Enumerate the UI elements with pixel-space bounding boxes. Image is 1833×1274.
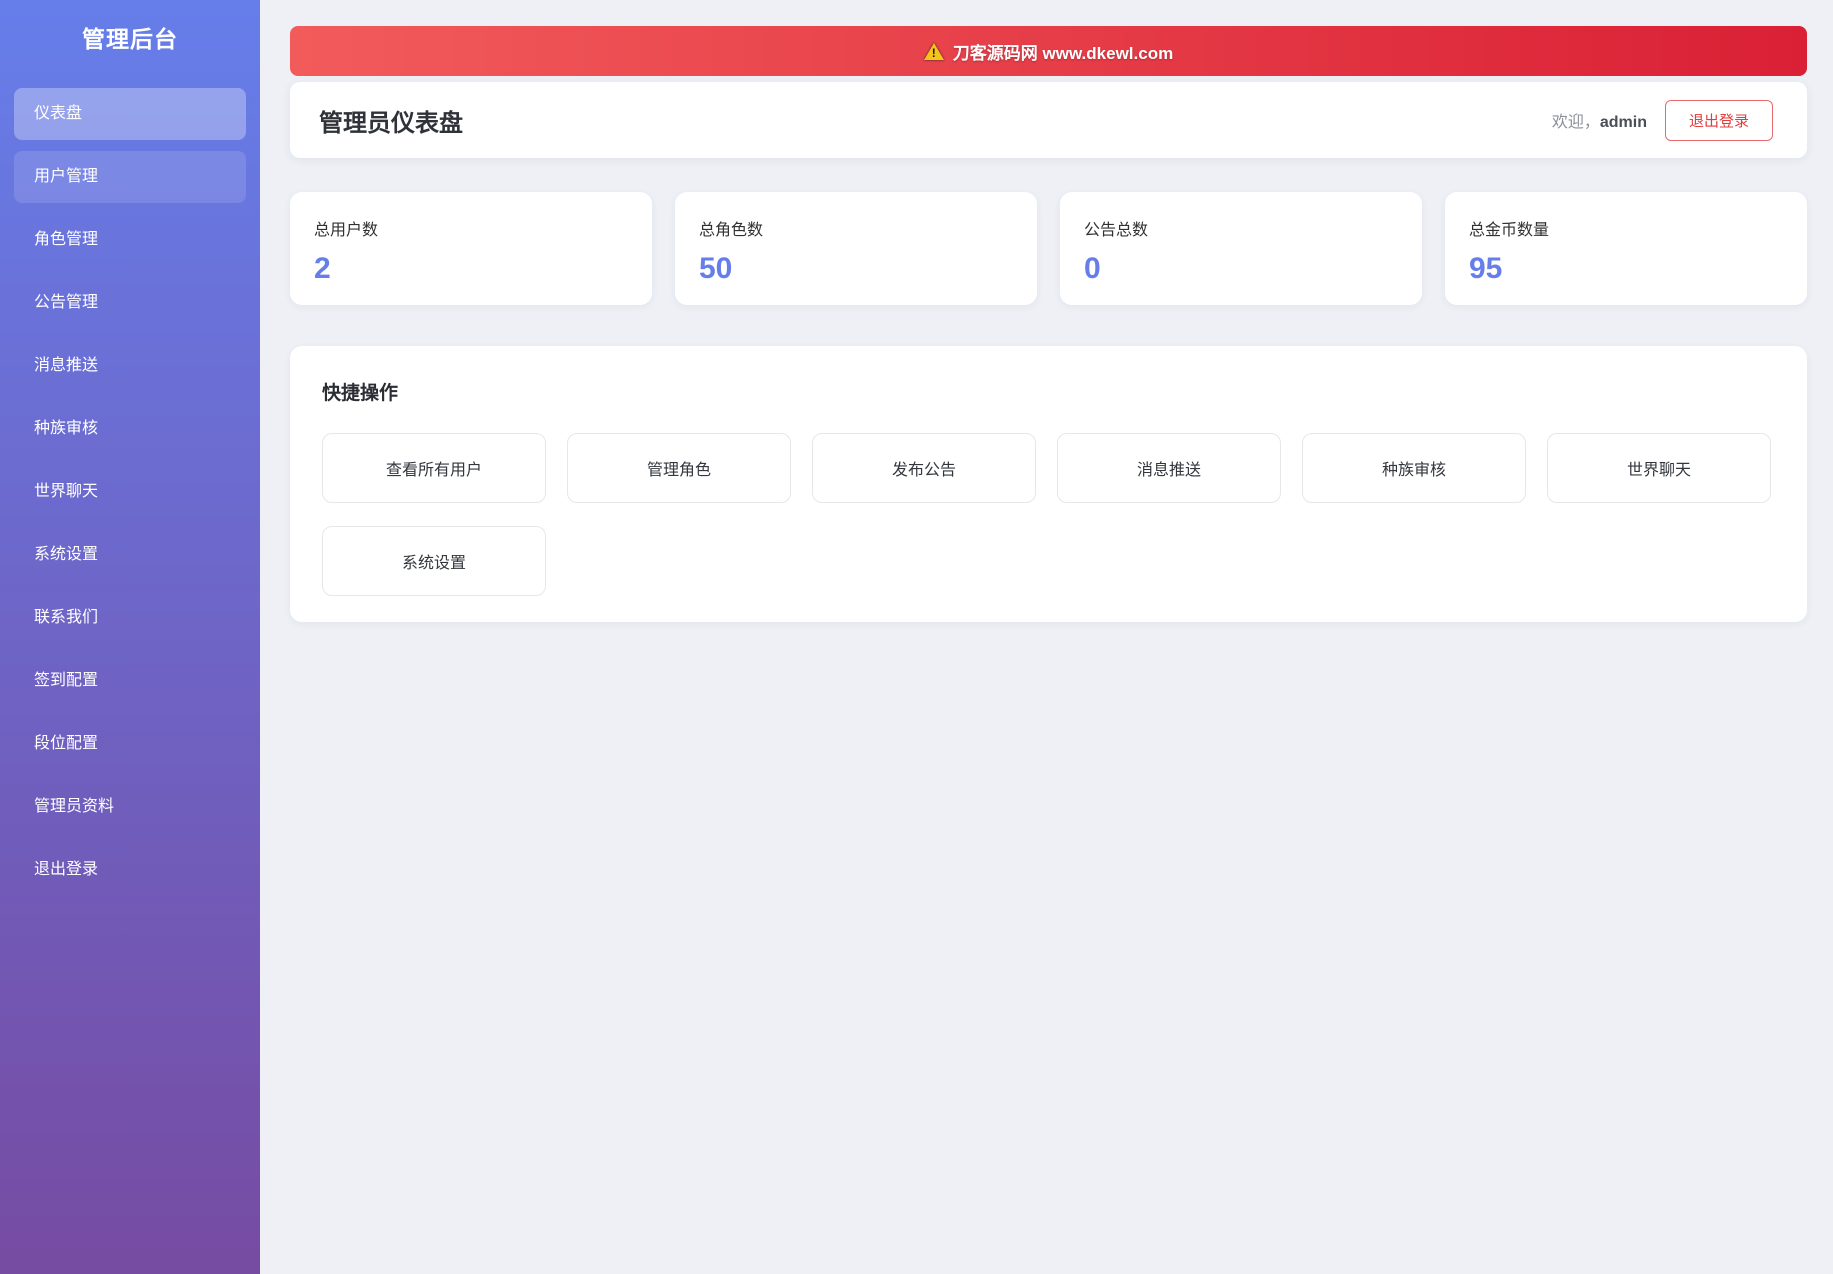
stat-card-total-announcements: 公告总数 0 <box>1060 192 1422 305</box>
sidebar-item-dashboard[interactable]: 仪表盘 <box>14 88 246 140</box>
sidebar: 管理后台 仪表盘 用户管理 角色管理 公告管理 消息推送 种族审核 世界聊天 系… <box>0 0 260 1274</box>
action-world-chat[interactable]: 世界聊天 <box>1547 433 1771 503</box>
stat-label: 公告总数 <box>1084 222 1149 239</box>
username: admin <box>1599 114 1647 131</box>
sidebar-item-logout[interactable]: 退出登录 <box>14 844 246 896</box>
stat-card-total-roles: 总角色数 50 <box>675 192 1037 305</box>
welcome-text: 欢迎，admin <box>1552 108 1647 132</box>
action-push-message[interactable]: 消息推送 <box>1057 433 1281 503</box>
sidebar-item-system-settings[interactable]: 系统设置 <box>14 529 246 581</box>
banner-text: 刀客源码网 www.dkewl.com <box>952 43 1174 63</box>
stat-value: 50 <box>699 252 733 285</box>
stat-value: 0 <box>1084 252 1101 285</box>
quick-actions-buttons: 查看所有用户 管理角色 发布公告 消息推送 种族审核 世界聊天 系统设置 <box>322 433 1775 596</box>
page-header: 管理员仪表盘 欢迎，admin 退出登录 <box>290 82 1807 158</box>
sidebar-item-roles[interactable]: 角色管理 <box>14 214 246 266</box>
sidebar-item-users[interactable]: 用户管理 <box>14 151 246 203</box>
welcome-prefix: 欢迎， <box>1551 114 1600 131</box>
page-title: 管理员仪表盘 <box>319 109 463 137</box>
action-publish-announcement[interactable]: 发布公告 <box>812 433 1036 503</box>
stat-value: 95 <box>1469 252 1503 285</box>
action-system-settings[interactable]: 系统设置 <box>322 526 546 596</box>
stat-value: 2 <box>314 252 331 285</box>
main-content: ! 刀客源码网 www.dkewl.com 管理员仪表盘 欢迎，admin 退出… <box>260 0 1833 1274</box>
sidebar-item-race-review[interactable]: 种族审核 <box>14 403 246 455</box>
sidebar-menu: 仪表盘 用户管理 角色管理 公告管理 消息推送 种族审核 世界聊天 系统设置 联… <box>0 88 260 896</box>
stat-card-total-coins: 总金币数量 95 <box>1445 192 1807 305</box>
sidebar-item-admin-profile[interactable]: 管理员资料 <box>14 781 246 833</box>
stat-label: 总用户数 <box>314 222 379 239</box>
sidebar-item-rank-config[interactable]: 段位配置 <box>14 718 246 770</box>
action-manage-roles[interactable]: 管理角色 <box>567 433 791 503</box>
sidebar-item-world-chat[interactable]: 世界聊天 <box>14 466 246 518</box>
header-right: 欢迎，admin 退出登录 <box>1552 99 1773 141</box>
quick-actions-title: 快捷操作 <box>322 383 399 404</box>
sidebar-item-contact-us[interactable]: 联系我们 <box>14 592 246 644</box>
action-view-all-users[interactable]: 查看所有用户 <box>322 433 546 503</box>
stat-card-total-users: 总用户数 2 <box>290 192 652 305</box>
stats-row: 总用户数 2 总角色数 50 公告总数 0 总金币数量 95 <box>290 192 1807 305</box>
app-title: 管理后台 <box>82 26 178 52</box>
quick-actions-panel: 快捷操作 查看所有用户 管理角色 发布公告 消息推送 种族审核 世界聊天 系统设… <box>290 346 1807 622</box>
stat-label: 总角色数 <box>699 222 764 239</box>
action-race-review[interactable]: 种族审核 <box>1302 433 1526 503</box>
sidebar-item-announcements[interactable]: 公告管理 <box>14 277 246 329</box>
sidebar-item-push-messages[interactable]: 消息推送 <box>14 340 246 392</box>
notice-banner: ! 刀客源码网 www.dkewl.com <box>290 26 1807 76</box>
sidebar-item-checkin-config[interactable]: 签到配置 <box>14 655 246 707</box>
stat-label: 总金币数量 <box>1469 222 1550 239</box>
logout-button[interactable]: 退出登录 <box>1664 99 1773 141</box>
warning-icon: ! <box>923 42 944 60</box>
